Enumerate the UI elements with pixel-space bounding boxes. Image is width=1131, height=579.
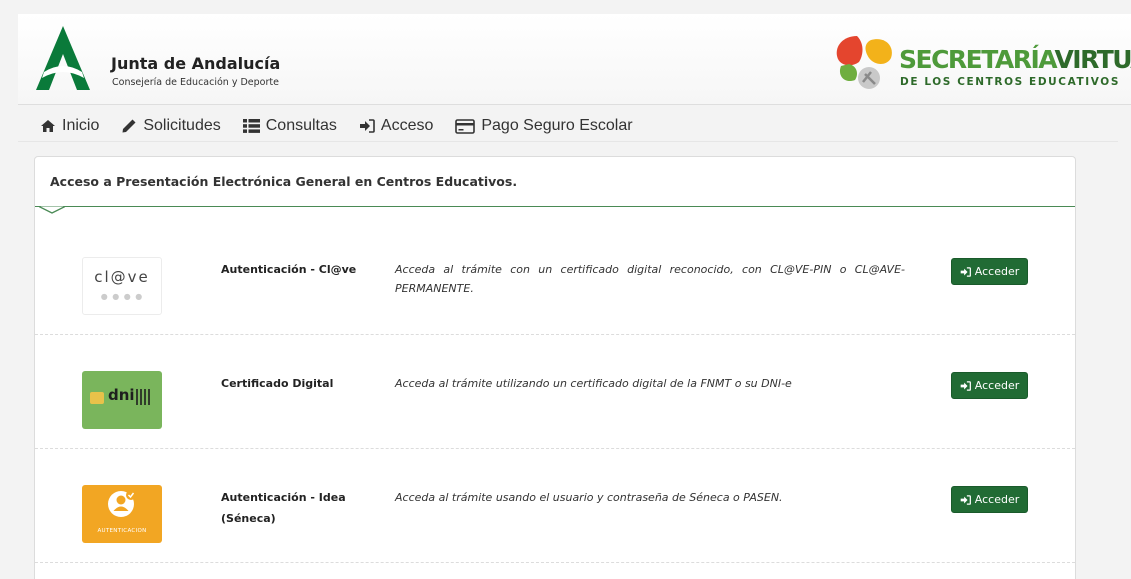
list-icon	[242, 119, 260, 133]
junta-andalucia-logo[interactable]	[32, 24, 94, 92]
page: Junta de Andalucía Consejería de Educaci…	[0, 0, 1131, 579]
idea-logo: AUTENTICACION	[82, 485, 162, 543]
nav-item-label: Pago Seguro Escolar	[481, 117, 633, 134]
secretaria-virtual-logo[interactable]	[833, 32, 895, 94]
nav-item-label: Acceso	[380, 117, 434, 134]
access-panel: Acceso a Presentación Electrónica Genera…	[34, 156, 1076, 579]
main-nav: Inicio Solicitudes Consultas Acceso Pago…	[40, 112, 1100, 140]
nav-item-solicitudes[interactable]: Solicitudes	[121, 117, 221, 135]
dni-logo: dni	[82, 371, 162, 429]
nav-item-label: Solicitudes	[143, 117, 221, 134]
org-title: Junta de Andalucía	[111, 54, 281, 73]
brand-subtitle: DE LOS CENTROS EDUCATIVOS	[900, 76, 1120, 88]
acceder-button-certificado[interactable]: Acceder	[951, 372, 1028, 399]
site-header: Junta de Andalucía Consejería de Educaci…	[18, 14, 1131, 105]
brand-title: SECRETARÍAVIRTUAL	[899, 46, 1131, 74]
acceder-button-idea[interactable]: Acceder	[951, 486, 1028, 513]
sign-in-icon	[960, 266, 971, 277]
option-name: Autenticación - Idea (Séneca)	[221, 491, 346, 525]
option-name: Certificado Digital	[221, 377, 334, 390]
dni-pattern	[136, 389, 150, 405]
dni-chip	[90, 392, 104, 404]
option-description: Acceda al trámite usando el usuario y co…	[395, 491, 783, 504]
pencil-icon	[122, 119, 136, 133]
sign-in-icon	[960, 380, 971, 391]
org-subtitle: Consejería de Educación y Deporte	[112, 77, 279, 88]
home-icon	[41, 120, 55, 132]
dni-logo-text: dni	[108, 386, 135, 404]
acceder-label: Acceder	[974, 265, 1020, 278]
brand-title-word1: SECRETARÍA	[899, 45, 1056, 74]
panel-heading: Acceso a Presentación Electrónica Genera…	[35, 157, 1075, 207]
idea-logo-text: AUTENTICACION	[97, 528, 147, 534]
nav-item-pago-seguro-escolar[interactable]: Pago Seguro Escolar	[455, 117, 633, 135]
clave-logo-text: cl@ve	[94, 268, 150, 286]
option-description: Acceda al trámite utilizando un certific…	[395, 377, 792, 390]
clave-logo-dots: ● ● ● ●	[100, 292, 144, 301]
nav-item-consultas[interactable]: Consultas	[242, 117, 337, 135]
credit-card-icon	[455, 118, 476, 134]
auth-option-idea: AUTENTICACION Autenticación - Idea (Séne…	[35, 449, 1075, 563]
auth-option-clave: cl@ve ● ● ● ● Autenticación - Cl@ve Acce…	[35, 221, 1075, 335]
clave-logo: cl@ve ● ● ● ●	[82, 257, 162, 315]
sign-in-icon	[960, 494, 971, 505]
user-check-icon	[108, 490, 136, 517]
option-name: Autenticación - Cl@ve	[221, 263, 357, 276]
acceder-label: Acceder	[974, 379, 1020, 392]
acceder-button-clave[interactable]: Acceder	[951, 258, 1028, 285]
nav-item-label: Inicio	[62, 117, 100, 134]
nav-item-acceso[interactable]: Acceso	[359, 117, 433, 135]
heading-notch	[39, 206, 65, 214]
option-description: Acceda al trámite con un certificado dig…	[395, 263, 905, 295]
brand-title-word2: VIRTUAL	[1054, 45, 1131, 74]
acceder-label: Acceder	[974, 493, 1020, 506]
nav-divider	[18, 141, 1118, 142]
nav-item-label: Consultas	[265, 117, 337, 134]
panel-title: Acceso a Presentación Electrónica Genera…	[50, 174, 518, 189]
nav-item-inicio[interactable]: Inicio	[40, 117, 99, 135]
sign-in-icon	[359, 119, 375, 133]
auth-option-certificado: dni Certificado Digital Acceda al trámit…	[35, 335, 1075, 449]
